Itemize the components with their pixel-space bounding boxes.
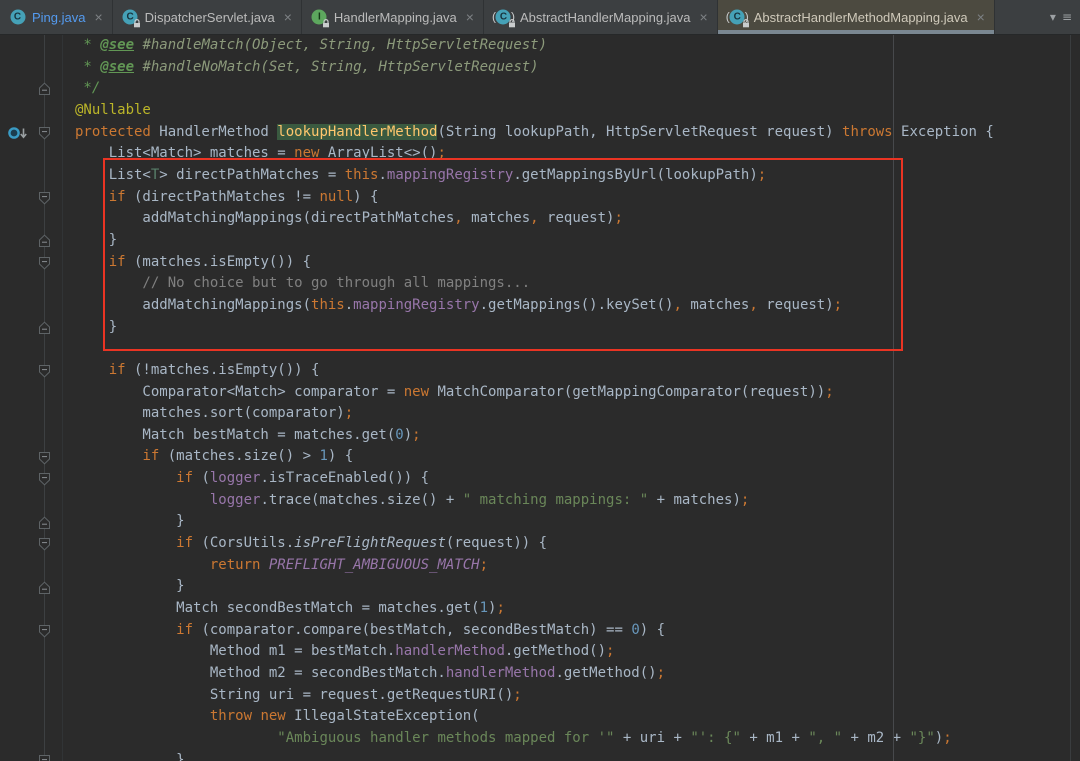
- code-line: if (matches.isEmpty()) {: [0, 252, 1080, 274]
- tab-abstracthandlermethodmapping-java[interactable]: ()C AbstractHandlerMethodMapping.java ×: [718, 0, 995, 34]
- fold-marker-down-icon[interactable]: [38, 364, 51, 378]
- code-line: logger.trace(matches.size() + " matching…: [0, 490, 1080, 512]
- tab-bar-actions: ▾ ≡: [1042, 0, 1080, 34]
- code-line: // No choice but to go through all mappi…: [0, 273, 1080, 295]
- code-line: return PREFLIGHT_AMBIGUOUS_MATCH;: [0, 555, 1080, 577]
- editor-list-menu-icon[interactable]: ≡: [1062, 10, 1072, 24]
- code-line: }: [0, 511, 1080, 533]
- tab-ping-java[interactable]: C Ping.java ×: [0, 0, 113, 34]
- code-line: Match secondBestMatch = matches.get(1);: [0, 598, 1080, 620]
- overridden-method-gutter-icon[interactable]: [6, 125, 32, 142]
- fold-marker-up-icon[interactable]: [38, 516, 51, 530]
- code-line: throw new IllegalStateException(: [0, 706, 1080, 728]
- abstract-class-icon: ()C: [493, 9, 514, 26]
- code-line: protected HandlerMethod lookupHandlerMet…: [0, 122, 1080, 144]
- fold-marker-down-icon[interactable]: [38, 126, 51, 140]
- code-line: if (comparator.compare(bestMatch, second…: [0, 620, 1080, 642]
- tab-label: AbstractHandlerMethodMapping.java: [754, 10, 968, 25]
- code-line: if (CorsUtils.isPreFlightRequest(request…: [0, 533, 1080, 555]
- tab-label: Ping.java: [32, 10, 85, 25]
- code-line: if (!matches.isEmpty()) {: [0, 360, 1080, 382]
- ide-window: C Ping.java × C DispatcherServlet.java × I Hand…: [0, 0, 1080, 761]
- fold-marker-up-icon[interactable]: [38, 234, 51, 248]
- code-line: * @see #handleMatch(Object, String, Http…: [0, 35, 1080, 57]
- close-icon[interactable]: ×: [977, 10, 985, 24]
- code-line: Match bestMatch = matches.get(0);: [0, 425, 1080, 447]
- class-icon: C: [9, 9, 26, 26]
- close-icon[interactable]: ×: [284, 10, 292, 24]
- tab-label: DispatcherServlet.java: [145, 10, 275, 25]
- fold-marker-up-icon[interactable]: [38, 82, 51, 96]
- fold-marker-down-icon[interactable]: [38, 754, 51, 761]
- fold-marker-down-icon[interactable]: [38, 451, 51, 465]
- code-line: Comparator<Match> comparator = new Match…: [0, 382, 1080, 404]
- close-icon[interactable]: ×: [466, 10, 474, 24]
- code-line: }: [0, 576, 1080, 598]
- scrollbar-track[interactable]: [1070, 35, 1071, 761]
- code-line: if (matches.size() > 1) {: [0, 446, 1080, 468]
- fold-marker-up-icon[interactable]: [38, 321, 51, 335]
- code-line: @Nullable: [0, 100, 1080, 122]
- tab-label: HandlerMapping.java: [334, 10, 457, 25]
- code-line: List<Match> matches = new ArrayList<>();: [0, 143, 1080, 165]
- fold-marker-down-icon[interactable]: [38, 256, 51, 270]
- code-line: if (directPathMatches != null) {: [0, 187, 1080, 209]
- code-line: Method m2 = secondBestMatch.handlerMetho…: [0, 663, 1080, 685]
- fold-marker-down-icon[interactable]: [38, 472, 51, 486]
- abstract-class-icon: ()C: [727, 9, 748, 26]
- code-text-area[interactable]: * @see #handleMatch(Object, String, Http…: [0, 35, 1080, 761]
- code-editor[interactable]: * @see #handleMatch(Object, String, Http…: [0, 35, 1080, 761]
- code-line: if (logger.isTraceEnabled()) {: [0, 468, 1080, 490]
- code-line: }: [0, 317, 1080, 339]
- tab-handlermapping-java[interactable]: I HandlerMapping.java ×: [302, 0, 484, 34]
- tab-label: AbstractHandlerMapping.java: [520, 10, 691, 25]
- code-line: }: [0, 750, 1080, 761]
- code-line: [0, 338, 1080, 360]
- fold-marker-down-icon[interactable]: [38, 624, 51, 638]
- close-icon[interactable]: ×: [94, 10, 102, 24]
- code-line: Method m1 = bestMatch.handlerMethod.getM…: [0, 641, 1080, 663]
- editor-tab-bar: C Ping.java × C DispatcherServlet.java × I Hand…: [0, 0, 1080, 35]
- interface-icon: I: [311, 9, 328, 26]
- code-line: */: [0, 78, 1080, 100]
- tab-abstracthandlermapping-java[interactable]: ()C AbstractHandlerMapping.java ×: [484, 0, 718, 34]
- class-icon: C: [122, 9, 139, 26]
- code-line: List<T> directPathMatches = this.mapping…: [0, 165, 1080, 187]
- fold-marker-up-icon[interactable]: [38, 581, 51, 595]
- code-line: }: [0, 230, 1080, 252]
- code-line: "Ambiguous handler methods mapped for '"…: [0, 728, 1080, 750]
- code-line: addMatchingMappings(this.mappingRegistry…: [0, 295, 1080, 317]
- chevron-down-icon[interactable]: ▾: [1050, 10, 1056, 24]
- code-line: addMatchingMappings(directPathMatches, m…: [0, 208, 1080, 230]
- close-icon[interactable]: ×: [700, 10, 708, 24]
- fold-marker-down-icon[interactable]: [38, 191, 51, 205]
- hard-wrap-guide: [893, 35, 894, 761]
- tab-dispatcherservlet-java[interactable]: C DispatcherServlet.java ×: [113, 0, 302, 34]
- fold-marker-down-icon[interactable]: [38, 537, 51, 551]
- code-line: * @see #handleNoMatch(Set, String, HttpS…: [0, 57, 1080, 79]
- code-line: matches.sort(comparator);: [0, 403, 1080, 425]
- code-line: String uri = request.getRequestURI();: [0, 685, 1080, 707]
